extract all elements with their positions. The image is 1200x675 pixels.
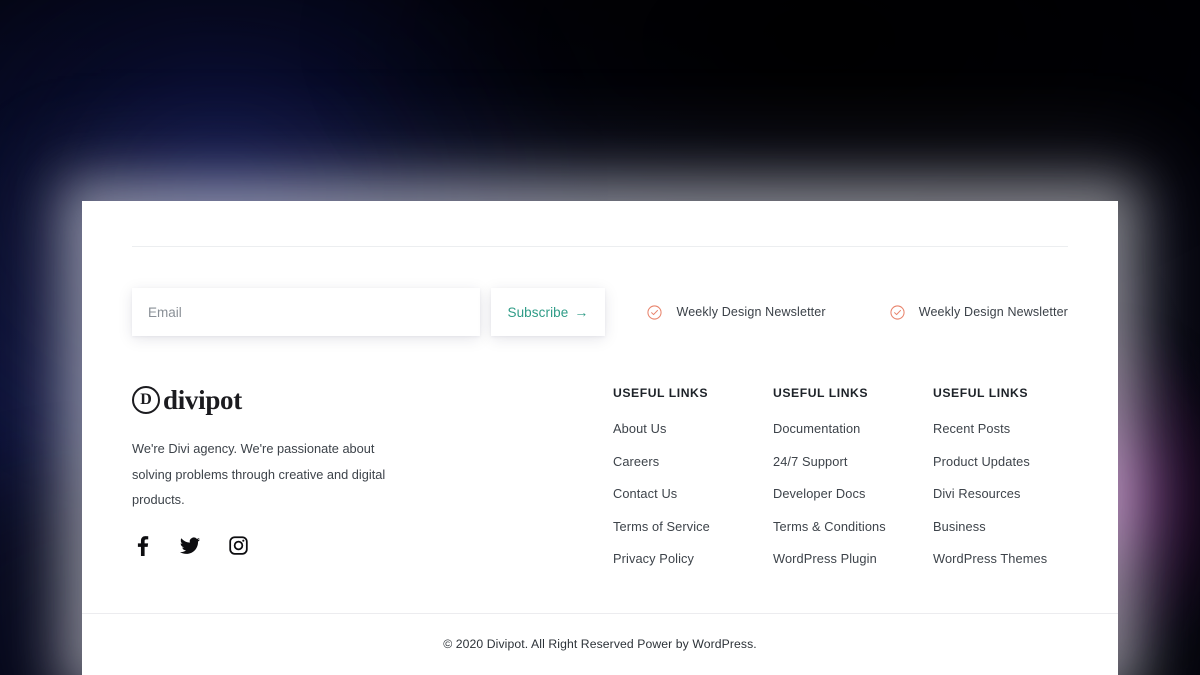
list-item: Documentation — [773, 420, 933, 438]
instagram-icon[interactable] — [228, 535, 249, 556]
newsletter-option-1[interactable]: Weekly Design Newsletter — [647, 304, 826, 320]
logo-wordmark: divipot — [163, 384, 242, 415]
list-item: WordPress Plugin — [773, 550, 933, 568]
footer-column-3: USEFUL LINKS Recent Posts Product Update… — [933, 386, 1093, 568]
site-logo[interactable]: D divipot — [132, 386, 472, 414]
top-divider — [132, 246, 1068, 247]
footer-card: Subscribe → Weekly Design Newsletter — [82, 201, 1118, 675]
subscribe-button[interactable]: Subscribe → — [491, 288, 605, 336]
list-item: WordPress Themes — [933, 550, 1093, 568]
email-field[interactable] — [132, 288, 480, 336]
list-item: Careers — [613, 453, 773, 471]
footer-link[interactable]: Business — [933, 519, 986, 534]
newsletter-signup-row: Subscribe → Weekly Design Newsletter — [132, 288, 1068, 340]
newsletter-options: Weekly Design Newsletter Weekly Design N… — [647, 288, 1068, 336]
column-title: USEFUL LINKS — [613, 386, 709, 400]
footer-link[interactable]: Careers — [613, 454, 659, 469]
footer-link[interactable]: Documentation — [773, 421, 860, 436]
newsletter-option-label: Weekly Design Newsletter — [918, 305, 1068, 319]
footer-link[interactable]: Product Updates — [933, 454, 1030, 469]
column-title: USEFUL LINKS — [773, 386, 869, 400]
footer-link[interactable]: Recent Posts — [933, 421, 1010, 436]
brand-block: D divipot We're Divi agency. We're passi… — [132, 386, 472, 557]
footer-link-columns: USEFUL LINKS About Us Careers Contact Us… — [613, 386, 1093, 568]
list-item: Developer Docs — [773, 485, 933, 503]
footer-link[interactable]: Divi Resources — [933, 486, 1020, 501]
email-input[interactable] — [148, 304, 464, 320]
check-circle-icon[interactable] — [890, 304, 905, 320]
list-item: Recent Posts — [933, 420, 1093, 438]
footer-column-2: USEFUL LINKS Documentation 24/7 Support … — [773, 386, 933, 568]
list-item: About Us — [613, 420, 773, 438]
circle-d-logo-icon: D — [132, 386, 160, 414]
footer-link[interactable]: Terms of Service — [613, 519, 710, 534]
facebook-icon[interactable] — [132, 535, 152, 557]
column-title: USEFUL LINKS — [933, 386, 1029, 400]
subscribe-button-label: Subscribe — [507, 304, 569, 320]
list-item: Contact Us — [613, 485, 773, 503]
footer-link[interactable]: Terms & Conditions — [773, 519, 886, 534]
list-item: Business — [933, 518, 1093, 536]
social-links — [132, 535, 472, 557]
footer-link[interactable]: Privacy Policy — [613, 551, 694, 566]
footer-column-1: USEFUL LINKS About Us Careers Contact Us… — [613, 386, 773, 568]
footer-link[interactable]: 24/7 Support — [773, 454, 847, 469]
newsletter-option-label: Weekly Design Newsletter — [676, 305, 826, 319]
footer-link[interactable]: About Us — [613, 421, 666, 436]
list-item: 24/7 Support — [773, 453, 933, 471]
arrow-right-icon: → — [574, 304, 589, 320]
check-circle-icon[interactable] — [647, 304, 663, 320]
copyright-text: © 2020 Divipot. All Right Reserved Power… — [443, 637, 757, 651]
newsletter-option-2[interactable]: Weekly Design Newsletter — [890, 304, 1068, 320]
footer-link[interactable]: Contact Us — [613, 486, 677, 501]
list-item: Terms & Conditions — [773, 518, 933, 536]
brand-description: We're Divi agency. We're passionate abou… — [132, 441, 386, 508]
footer-link[interactable]: WordPress Plugin — [773, 551, 877, 566]
twitter-icon[interactable] — [179, 535, 201, 557]
footer-link[interactable]: Developer Docs — [773, 486, 865, 501]
list-item: Divi Resources — [933, 485, 1093, 503]
footer-link[interactable]: WordPress Themes — [933, 551, 1047, 566]
list-item: Product Updates — [933, 453, 1093, 471]
list-item: Terms of Service — [613, 518, 773, 536]
list-item: Privacy Policy — [613, 550, 773, 568]
